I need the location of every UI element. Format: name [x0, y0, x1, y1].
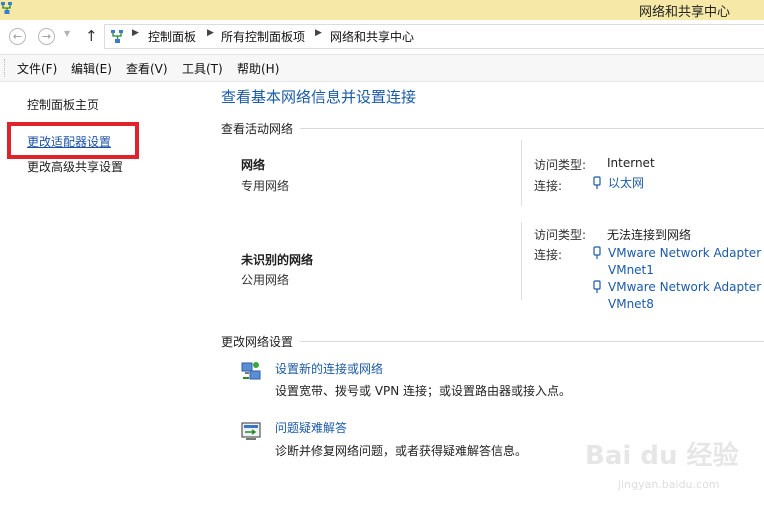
title-bar: 网络和共享中心: [0, 0, 764, 20]
ethernet-icon: [593, 176, 601, 189]
network-divider: [521, 140, 522, 206]
back-button[interactable]: ←: [9, 28, 26, 45]
connection-link-vmnet1[interactable]: VMware Network Adapter VMnet1: [608, 245, 761, 279]
forward-button[interactable]: →: [38, 28, 55, 45]
network-app-icon: [1, 2, 12, 14]
network-type[interactable]: 公用网络: [241, 271, 289, 288]
access-type-label: 访问类型:: [534, 158, 587, 172]
menu-edit[interactable]: 编辑(E): [71, 60, 112, 77]
up-button[interactable]: ↑: [85, 27, 98, 45]
access-type-value: Internet: [607, 156, 655, 170]
network-name: 未识别的网络: [241, 253, 314, 267]
section-divider: [300, 128, 764, 129]
network-type[interactable]: 专用网络: [241, 177, 289, 194]
access-type-value: 无法连接到网络: [607, 228, 692, 242]
watermark-url: jingyan.baidu.com: [618, 478, 720, 491]
connection-label: 连接:: [534, 179, 563, 193]
access-type-label: 访问类型:: [534, 228, 587, 242]
menu-grip: [4, 59, 7, 77]
section-heading-change-settings: 更改网络设置: [221, 335, 294, 349]
breadcrumb-network-center[interactable]: 网络和共享中心: [330, 28, 414, 45]
network-name: 网络: [241, 158, 266, 172]
troubleshoot-link[interactable]: 问题疑难解答: [275, 419, 347, 436]
address-bar: ← → ▼ ↑ ▶ 控制面板 ▶ 所有控制面板项 ▶ 网络和共享中心: [0, 20, 764, 55]
menu-file[interactable]: 文件(F): [17, 60, 57, 77]
breadcrumb-separator-icon[interactable]: ▶: [207, 28, 214, 38]
setup-connection-link[interactable]: 设置新的连接或网络: [275, 360, 383, 377]
connection-link-vmnet8[interactable]: VMware Network Adapter VMnet8: [608, 279, 761, 313]
sidebar-item-home[interactable]: 控制面板主页: [27, 96, 99, 113]
network-adapter-icon: [593, 246, 601, 259]
section-heading-active-networks: 查看活动网络: [221, 122, 294, 136]
menu-view[interactable]: 查看(V): [126, 60, 168, 77]
recent-pages-dropdown-icon[interactable]: ▼: [64, 29, 70, 38]
network-adapter-icon: [593, 280, 601, 293]
watermark-logo: Bai du 经验: [585, 441, 739, 471]
menu-bar: 文件(F) 编辑(E) 查看(V) 工具(T) 帮助(H): [0, 55, 764, 82]
section-divider: [300, 341, 764, 342]
breadcrumb-all-items[interactable]: 所有控制面板项: [221, 28, 305, 45]
sidebar-item-adapter-settings[interactable]: 更改适配器设置: [27, 133, 111, 150]
troubleshoot-icon: [241, 422, 261, 440]
window-title: 网络和共享中心: [638, 5, 730, 20]
control-panel-icon: [111, 30, 123, 43]
breadcrumb-separator-icon[interactable]: ▶: [315, 28, 322, 38]
connection-link-ethernet[interactable]: 以太网: [608, 175, 644, 192]
page-title: 查看基本网络信息并设置连接: [221, 88, 417, 106]
breadcrumb-separator-icon[interactable]: ▶: [132, 28, 139, 38]
breadcrumb-control-panel[interactable]: 控制面板: [148, 28, 196, 45]
menu-help[interactable]: 帮助(H): [237, 60, 279, 77]
network-setup-icon: [241, 362, 261, 380]
troubleshoot-description: 诊断并修复网络问题，或者获得疑难解答信息。: [275, 444, 528, 458]
breadcrumb[interactable]: ▶ 控制面板 ▶ 所有控制面板项 ▶ 网络和共享中心: [104, 24, 764, 49]
network-divider: [521, 222, 522, 300]
menu-tools[interactable]: 工具(T): [182, 60, 223, 77]
setup-connection-description: 设置宽带、拨号或 VPN 连接；或设置路由器或接入点。: [275, 384, 572, 398]
connection-label: 连接:: [534, 248, 563, 262]
sidebar-item-advanced-sharing[interactable]: 更改高级共享设置: [27, 158, 123, 175]
